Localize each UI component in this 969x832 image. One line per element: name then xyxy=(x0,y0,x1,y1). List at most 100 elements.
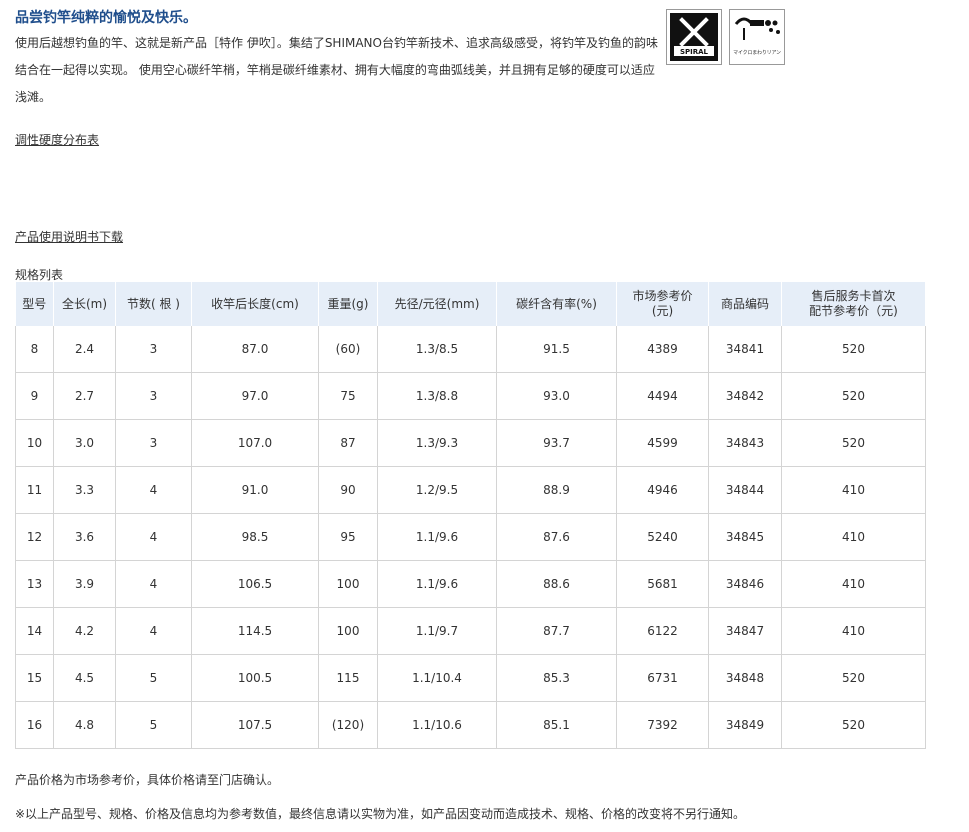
table-cell: 14 xyxy=(15,607,54,655)
table-cell: 4.5 xyxy=(53,654,116,702)
disclaimer-note: ※以上产品型号、规格、价格及信息均为参考数值，最终信息请以实物为准，如产品因变动… xyxy=(15,807,746,821)
table-row: 15 4.5 5 100.5 115 1.1/10.4 85.3 6731 34848 520 xyxy=(15,654,926,702)
table-cell: 87 xyxy=(318,419,378,467)
table-row: 9 2.7 3 97.0 75 1.3/8.8 93.0 4494 34842 520 xyxy=(15,372,926,420)
table-cell: 520 xyxy=(781,372,926,420)
table-cell: 7392 xyxy=(616,701,709,749)
table-cell: 95 xyxy=(318,513,378,561)
table-cell: 34849 xyxy=(708,701,782,749)
spec-header-cell: 重量(g) xyxy=(318,282,378,326)
table-cell: 87.7 xyxy=(496,607,617,655)
x-spiral-text: SPIRAL xyxy=(680,48,709,56)
table-cell: 3 xyxy=(115,419,192,467)
table-cell: 410 xyxy=(781,513,926,561)
spec-header-cell: 商品编码 xyxy=(708,282,782,326)
table-cell: 12 xyxy=(15,513,54,561)
micro-guide-logo: マイクロまわりリアン xyxy=(729,9,785,65)
table-cell: 13 xyxy=(15,560,54,608)
table-row: 8 2.4 3 87.0 (60) 1.3/8.5 91.5 4389 34841 520 xyxy=(15,326,926,373)
spec-header-row: 型号 全长(m) 节数( 根 ) 收竿后长度(cm) 重量(g) 先径/元径(mm) 碳纤含… xyxy=(15,282,926,326)
table-cell: 107.0 xyxy=(191,419,319,467)
table-cell: 87.6 xyxy=(496,513,617,561)
spec-header-cell: 节数( 根 ) xyxy=(115,282,192,326)
table-cell: 1.1/10.4 xyxy=(377,654,497,702)
spec-caption: 规格列表 xyxy=(15,268,64,282)
table-cell: 4.8 xyxy=(53,701,116,749)
table-cell: 100 xyxy=(318,560,378,608)
table-cell: 15 xyxy=(15,654,54,702)
table-cell: 93.0 xyxy=(496,372,617,420)
table-cell: 4.2 xyxy=(53,607,116,655)
table-cell: 85.1 xyxy=(496,701,617,749)
table-cell: 520 xyxy=(781,326,926,373)
table-cell: 410 xyxy=(781,607,926,655)
table-cell: 34845 xyxy=(708,513,782,561)
table-cell: 100 xyxy=(318,607,378,655)
intro-title: 品尝钓竿纯粹的愉悦及快乐。 xyxy=(15,10,197,26)
table-cell: 107.5 xyxy=(191,701,319,749)
table-cell: 114.5 xyxy=(191,607,319,655)
table-cell: 6122 xyxy=(616,607,709,655)
table-cell: 3 xyxy=(115,372,192,420)
table-cell: 410 xyxy=(781,466,926,514)
spec-header-cell: 先径/元径(mm) xyxy=(377,282,497,326)
table-cell: 10 xyxy=(15,419,54,467)
table-cell: 1.3/8.8 xyxy=(377,372,497,420)
table-row: 12 3.6 4 98.5 95 1.1/9.6 87.6 5240 34845 410 xyxy=(15,513,926,561)
spec-header-cell: 市场参考价 (元) xyxy=(616,282,709,326)
table-row: 13 3.9 4 106.5 100 1.1/9.6 88.6 5681 34846 410 xyxy=(15,560,926,608)
table-cell: 3.0 xyxy=(53,419,116,467)
spec-body: 8 2.4 3 87.0 (60) 1.3/8.5 91.5 4389 34841 520 9 2.7… xyxy=(15,326,926,749)
table-cell: 5 xyxy=(115,654,192,702)
table-cell: 3.9 xyxy=(53,560,116,608)
spec-header-cell: 收竿后长度(cm) xyxy=(191,282,319,326)
spec-header-cell: 售后服务卡首次 配节参考价（元) xyxy=(781,282,926,326)
table-cell: 520 xyxy=(781,701,926,749)
spec-table: 型号 全长(m) 节数( 根 ) 收竿后长度(cm) 重量(g) 先径/元径(mm) 碳纤含… xyxy=(15,282,926,749)
table-cell: 1.1/9.6 xyxy=(377,513,497,561)
table-row: 16 4.8 5 107.5 (120) 1.1/10.6 85.1 7392 34849 520 xyxy=(15,701,926,749)
table-cell: (60) xyxy=(318,326,378,373)
table-cell: 16 xyxy=(15,701,54,749)
table-row: 10 3.0 3 107.0 87 1.3/9.3 93.7 4599 34843 520 xyxy=(15,419,926,467)
table-cell: 8 xyxy=(15,326,54,373)
table-row: 11 3.3 4 91.0 90 1.2/9.5 88.9 4946 34844 410 xyxy=(15,466,926,514)
table-cell: 1.3/9.3 xyxy=(377,419,497,467)
table-cell: 4599 xyxy=(616,419,709,467)
table-cell: 34843 xyxy=(708,419,782,467)
table-cell: 1.1/9.7 xyxy=(377,607,497,655)
manual-download-link[interactable]: 产品使用说明书下载 xyxy=(15,228,123,245)
table-cell: 98.5 xyxy=(191,513,319,561)
table-cell: 410 xyxy=(781,560,926,608)
table-cell: 4946 xyxy=(616,466,709,514)
table-cell: 34842 xyxy=(708,372,782,420)
table-cell: 87.0 xyxy=(191,326,319,373)
table-cell: 5681 xyxy=(616,560,709,608)
table-cell: 9 xyxy=(15,372,54,420)
micro-guide-icon xyxy=(734,17,780,40)
table-cell: 4 xyxy=(115,607,192,655)
table-cell: 1.1/10.6 xyxy=(377,701,497,749)
table-cell: 34841 xyxy=(708,326,782,373)
table-cell: 34844 xyxy=(708,466,782,514)
table-cell: 85.3 xyxy=(496,654,617,702)
table-cell: 5 xyxy=(115,701,192,749)
table-cell: 3 xyxy=(115,326,192,373)
table-cell: 3.3 xyxy=(53,466,116,514)
table-cell: 34848 xyxy=(708,654,782,702)
spec-header-cell: 全长(m) xyxy=(53,282,116,326)
table-cell: 4 xyxy=(115,513,192,561)
table-cell: 93.7 xyxy=(496,419,617,467)
table-cell: 11 xyxy=(15,466,54,514)
table-cell: 520 xyxy=(781,419,926,467)
x-spiral-logo: SPIRAL xyxy=(666,9,722,65)
x-spiral-icon: SPIRAL xyxy=(670,13,718,61)
table-cell: 6731 xyxy=(616,654,709,702)
table-cell: 106.5 xyxy=(191,560,319,608)
micro-guide-text: マイクロまわりリアン xyxy=(733,50,781,56)
table-cell: 91.0 xyxy=(191,466,319,514)
hardness-chart-link[interactable]: 调性硬度分布表 xyxy=(15,131,99,148)
table-cell: 1.2/9.5 xyxy=(377,466,497,514)
table-row: 14 4.2 4 114.5 100 1.1/9.7 87.7 6122 34847 410 xyxy=(15,607,926,655)
table-cell: 1.1/9.6 xyxy=(377,560,497,608)
